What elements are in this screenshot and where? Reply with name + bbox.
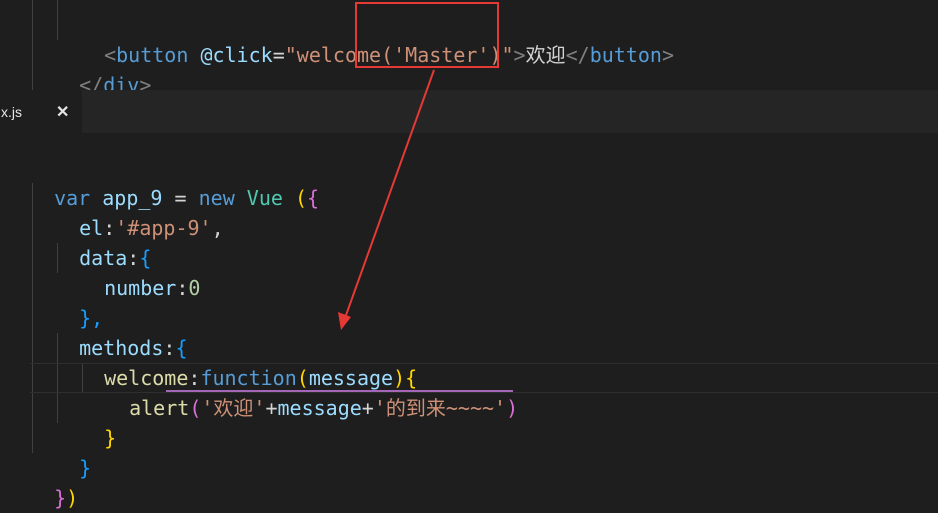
arrow-head — [338, 312, 351, 330]
bracket: } — [54, 486, 67, 510]
annotation-arrow — [338, 69, 435, 330]
bracket: ) — [66, 486, 79, 510]
arrow-line — [344, 69, 435, 319]
